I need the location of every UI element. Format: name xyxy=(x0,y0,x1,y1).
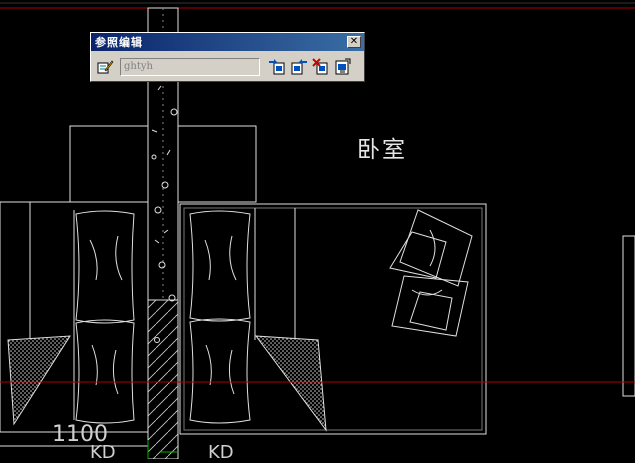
right-edge-window xyxy=(622,235,635,397)
refedit-toolbar[interactable]: 参照编辑 ✕ ghtyh xyxy=(90,32,365,82)
dimension-text-kd-left: KD xyxy=(90,442,116,463)
bed-cushions xyxy=(389,209,473,337)
discard-changes-icon xyxy=(312,58,328,75)
edit-reference-button[interactable] xyxy=(94,56,116,78)
save-back-changes-button[interactable] xyxy=(332,56,354,78)
refedit-tool-row: ghtyh xyxy=(94,55,361,79)
right-pillows xyxy=(189,210,251,424)
add-to-workset-button[interactable] xyxy=(266,56,288,78)
save-back-changes-icon xyxy=(335,58,351,75)
right-bedside-table xyxy=(177,125,257,203)
close-button[interactable]: ✕ xyxy=(347,36,361,48)
remove-from-workset-button[interactable] xyxy=(288,56,310,78)
hatched-wall xyxy=(147,299,179,459)
dimension-text-kd-right: KD xyxy=(208,442,234,463)
left-bedside-table xyxy=(69,125,149,203)
right-dotted-area xyxy=(254,335,327,432)
remove-from-workset-icon xyxy=(291,59,307,75)
edit-reference-icon xyxy=(97,60,114,74)
discard-changes-button[interactable] xyxy=(310,56,332,78)
left-pillows xyxy=(75,210,135,424)
refedit-titlebar[interactable]: 参照编辑 ✕ xyxy=(91,33,364,51)
room-label-bedroom: 卧室 xyxy=(357,137,407,163)
refedit-title: 参照编辑 xyxy=(95,36,143,49)
close-icon: ✕ xyxy=(349,36,359,47)
add-to-workset-icon xyxy=(269,59,285,75)
left-dotted-area xyxy=(7,335,71,426)
reference-name-field[interactable]: ghtyh xyxy=(120,58,260,76)
